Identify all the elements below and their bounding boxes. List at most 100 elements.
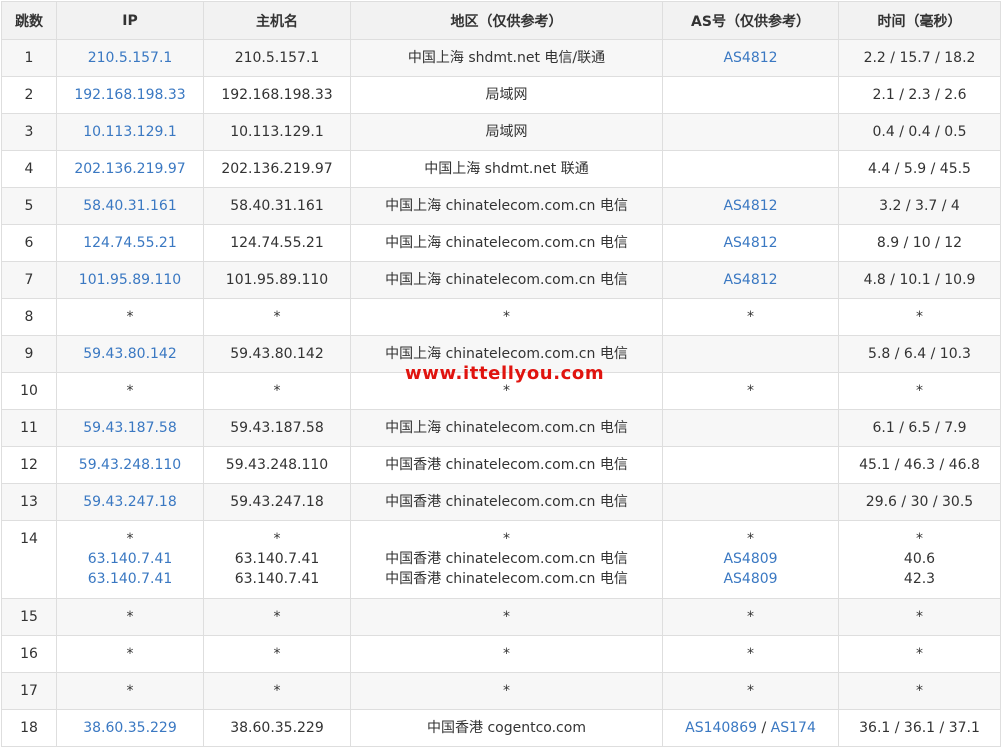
time-cell: 4.4 / 5.9 / 45.5	[838, 150, 1001, 188]
hostname-cell: 10.113.129.1	[203, 113, 351, 151]
time-cell: 3.2 / 3.7 / 4	[838, 187, 1001, 225]
asn-line: *	[747, 383, 754, 399]
asn-link[interactable]: AS4809	[723, 551, 777, 567]
asn-link[interactable]: AS4812	[723, 272, 777, 288]
table-row: 8 * * * * *	[1, 298, 1001, 336]
hostname-cell: 124.74.55.21	[203, 224, 351, 262]
time-text: 3.2 / 3.7 / 4	[879, 198, 960, 214]
ip-link[interactable]: 10.113.129.1	[83, 124, 177, 140]
hostname-cell: 59.43.187.58	[203, 409, 351, 447]
header-hostname: 主机名	[203, 1, 351, 40]
table-row: 14 * 63.140.7.41 63.140.7.41 * 63.140.7.41 63.…	[1, 520, 1001, 599]
region-text: 中国香港 chinatelecom.com.cn 电信	[385, 494, 628, 510]
asn-line: *	[747, 683, 754, 699]
asn-link[interactable]: AS174	[771, 720, 816, 736]
asn-link[interactable]: AS4812	[723, 198, 777, 214]
region-text: 中国香港 cogentco.com	[427, 720, 586, 736]
hop-cell: 18	[1, 709, 57, 747]
asn-line: *	[747, 309, 754, 325]
asn-link[interactable]: AS4812	[723, 235, 777, 251]
hostname-cell: *	[203, 598, 351, 636]
ip-link[interactable]: 202.136.219.97	[74, 161, 185, 177]
asn-cell: *	[662, 672, 839, 710]
asn-cell: * AS4809 AS4809	[662, 520, 839, 599]
ip-link[interactable]: 59.43.80.142	[83, 346, 177, 362]
region-text: 中国上海 chinatelecom.com.cn 电信	[385, 346, 628, 362]
time-text: *	[916, 531, 923, 547]
asn-link[interactable]: AS4809	[723, 571, 777, 587]
asn-link[interactable]: AS140869	[685, 720, 757, 736]
time-text: *	[916, 683, 923, 699]
ip-text: *	[126, 531, 134, 547]
hop-cell: 10	[1, 372, 57, 410]
hostname-text: 192.168.198.33	[221, 87, 333, 103]
hostname-text: *	[273, 309, 281, 325]
ip-link[interactable]: 124.74.55.21	[83, 235, 177, 251]
hop-cell: 11	[1, 409, 57, 447]
ip-link[interactable]: 59.43.248.110	[79, 457, 181, 473]
table-row: 16 * * * * *	[1, 635, 1001, 673]
header-ip: IP	[56, 1, 204, 40]
asn-line: AS4812	[723, 235, 777, 251]
table-row: 15 * * * * *	[1, 598, 1001, 636]
ip-link[interactable]: 192.168.198.33	[74, 87, 185, 103]
asn-cell	[662, 483, 839, 521]
ip-link[interactable]: 63.140.7.41	[57, 569, 203, 589]
ip-link[interactable]: 210.5.157.1	[88, 50, 173, 66]
ip-cell: 58.40.31.161	[56, 187, 204, 225]
asn-cell	[662, 76, 839, 114]
region-cell: 中国上海 chinatelecom.com.cn 电信	[350, 224, 663, 262]
region-text: *	[503, 383, 510, 399]
asn-link[interactable]: AS4812	[723, 50, 777, 66]
region-text: 中国上海 chinatelecom.com.cn 电信	[385, 420, 628, 436]
ip-cell: *	[56, 635, 204, 673]
hop-cell: 6	[1, 224, 57, 262]
hop-cell: 12	[1, 446, 57, 484]
ip-cell: 38.60.35.229	[56, 709, 204, 747]
ip-cell: *	[56, 598, 204, 636]
table-row: 18 38.60.35.229 38.60.35.229 中国香港 cogentco.…	[1, 709, 1001, 747]
region-cell: *	[350, 298, 663, 336]
hop-cell: 9	[1, 335, 57, 373]
asn-line: AS4809	[663, 569, 838, 589]
region-text: 中国香港 chinatelecom.com.cn 电信	[385, 571, 628, 587]
ip-link[interactable]: 38.60.35.229	[83, 720, 177, 736]
asn-cell: *	[662, 298, 839, 336]
hostname-text: 59.43.80.142	[230, 346, 324, 362]
ip-link[interactable]: 58.40.31.161	[83, 198, 177, 214]
hostname-text: 210.5.157.1	[234, 50, 320, 66]
region-cell: *	[350, 672, 663, 710]
table-row: 12 59.43.248.110 59.43.248.110 中国香港 chinate…	[1, 446, 1001, 484]
time-text: *	[916, 383, 923, 399]
asn-line: *	[747, 609, 754, 625]
hop-cell: 2	[1, 76, 57, 114]
table-row: 13 59.43.247.18 59.43.247.18 中国香港 chinatele…	[1, 483, 1001, 521]
time-text: 36.1 / 36.1 / 37.1	[859, 720, 980, 736]
ip-text: *	[126, 309, 134, 325]
hostname-text: 58.40.31.161	[230, 198, 324, 214]
ip-link[interactable]: 63.140.7.41	[57, 549, 203, 569]
table-row: 4 202.136.219.97 202.136.219.97 中国上海 shdmt.…	[1, 150, 1001, 188]
asn-line: AS4812	[723, 198, 777, 214]
ip-link[interactable]: 59.43.187.58	[83, 420, 177, 436]
hostname-cell: 38.60.35.229	[203, 709, 351, 747]
asn-cell	[662, 150, 839, 188]
hop-cell: 14	[1, 520, 57, 599]
asn-cell	[662, 335, 839, 373]
asn-text: *	[747, 609, 754, 625]
asn-text: *	[747, 646, 754, 662]
table-row: 2 192.168.198.33 192.168.198.33 局域网 2.1 / 2.…	[1, 76, 1001, 114]
time-text: 4.4 / 5.9 / 45.5	[868, 161, 971, 177]
hostname-text: 63.140.7.41	[234, 571, 320, 587]
time-text: *	[916, 309, 923, 325]
hostname-text: 10.113.129.1	[230, 124, 324, 140]
hostname-text: 124.74.55.21	[230, 235, 324, 251]
time-cell: 2.1 / 2.3 / 2.6	[838, 76, 1001, 114]
region-text: *	[503, 531, 510, 547]
ip-cell: 10.113.129.1	[56, 113, 204, 151]
ip-link[interactable]: 101.95.89.110	[79, 272, 181, 288]
region-cell: 中国香港 chinatelecom.com.cn 电信	[350, 483, 663, 521]
ip-cell: *	[56, 672, 204, 710]
hostname-text: *	[273, 683, 281, 699]
ip-link[interactable]: 59.43.247.18	[83, 494, 177, 510]
